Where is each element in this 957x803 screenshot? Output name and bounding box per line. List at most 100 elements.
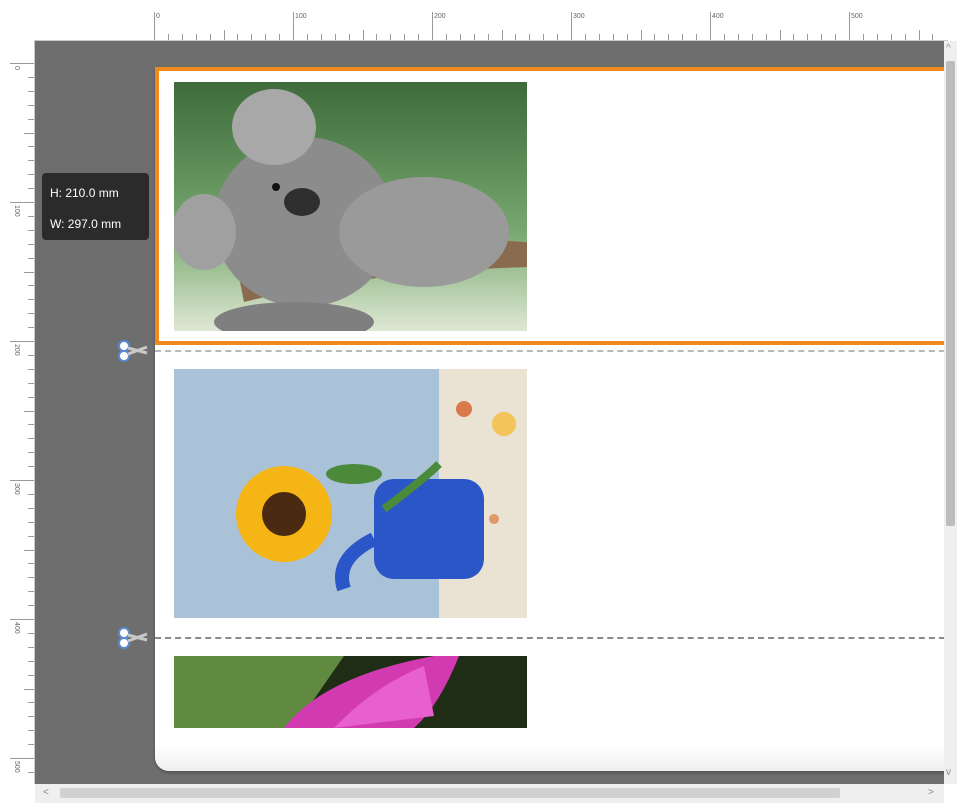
horizontal-scrollbar[interactable]: < >: [35, 784, 944, 803]
paper-end: [155, 745, 944, 771]
ruler-tick: [28, 577, 34, 579]
ruler-tick: [195, 34, 197, 40]
ruler-tick: [24, 271, 34, 273]
ruler-tick: [598, 34, 600, 40]
ruler-tick: [28, 466, 34, 468]
ruler-tick: [626, 34, 628, 40]
ruler-tick: [306, 34, 308, 40]
ruler-label: 0: [156, 13, 160, 20]
ruler-tick: [835, 34, 837, 40]
vertical-scroll-thumb[interactable]: [946, 61, 955, 526]
cut-line: [155, 350, 944, 352]
ruler-label: 200: [13, 344, 20, 356]
ruler-tick: [807, 34, 809, 40]
tooltip-width: W: 297.0 mm: [50, 217, 122, 231]
ruler-label: 0: [13, 66, 20, 70]
ruler-tick: [28, 188, 34, 190]
ruler-tick: [654, 34, 656, 40]
ruler-tick: [28, 396, 34, 398]
chevron-right-icon[interactable]: >: [928, 787, 934, 798]
ruler-label: 200: [434, 13, 446, 20]
ruler-tick: [487, 34, 489, 40]
ruler-tick: [265, 34, 267, 40]
ruler-tick: [390, 34, 392, 40]
ruler-tick: [28, 327, 34, 329]
ruler-tick: [376, 34, 378, 40]
horizontal-ruler: 0 100 200 300 400 500: [34, 10, 948, 41]
ruler-tick: [904, 34, 906, 40]
ruler-tick: [28, 563, 34, 565]
ruler-tick: [28, 146, 34, 148]
ruler-tick: [24, 410, 34, 412]
ruler-tick: [612, 34, 614, 40]
ruler-label: 100: [13, 205, 20, 217]
selected-page-frame[interactable]: [155, 67, 944, 345]
ruler-tick: [876, 34, 878, 40]
ruler-tick: [28, 535, 34, 537]
chevron-up-icon[interactable]: ^: [946, 43, 951, 54]
ruler-tick: [10, 619, 34, 620]
ruler-tick: [28, 368, 34, 370]
ruler-tick: [28, 771, 34, 773]
ruler-tick: [28, 452, 34, 454]
sunflower-photo[interactable]: [174, 369, 527, 618]
ruler-tick: [28, 716, 34, 718]
horizontal-scroll-thumb[interactable]: [60, 788, 840, 798]
ruler-tick: [28, 76, 34, 78]
canvas-workspace[interactable]: [35, 41, 944, 784]
ruler-tick: [28, 521, 34, 523]
ruler-tick: [821, 34, 823, 40]
ruler-tick: [24, 132, 34, 134]
cut-line: [155, 637, 944, 639]
chevron-left-icon[interactable]: <: [43, 787, 49, 798]
ruler-tick: [571, 12, 572, 40]
ruler-tick: [529, 34, 531, 40]
ruler-tick: [28, 243, 34, 245]
ruler-tick: [167, 34, 169, 40]
ruler-tick: [28, 118, 34, 120]
scissors-icon[interactable]: [117, 626, 149, 650]
ruler-tick: [501, 30, 503, 40]
ruler-tick: [209, 34, 211, 40]
ruler-tick: [28, 605, 34, 607]
ruler-label: 400: [13, 622, 20, 634]
vertical-scrollbar[interactable]: ^ v: [944, 41, 957, 784]
ruler-tick: [682, 34, 684, 40]
tooltip-height: H: 210.0 mm: [50, 186, 119, 200]
bougainvillea-photo[interactable]: [174, 656, 527, 728]
ruler-tick: [418, 34, 420, 40]
ruler-tick: [10, 63, 34, 64]
ruler-tick: [668, 34, 670, 40]
ruler-tick: [459, 34, 461, 40]
ruler-tick: [918, 30, 920, 40]
ruler-tick: [28, 660, 34, 662]
ruler-tick: [28, 382, 34, 384]
ruler-tick: [543, 34, 545, 40]
ruler-tick: [28, 591, 34, 593]
ruler-corner: [8, 10, 35, 41]
ruler-tick: [890, 34, 892, 40]
ruler-tick: [154, 12, 155, 40]
ruler-tick: [445, 34, 447, 40]
ruler-tick: [28, 744, 34, 746]
ruler-tick: [557, 34, 559, 40]
ruler-tick: [28, 313, 34, 315]
ruler-tick: [404, 34, 406, 40]
ruler-tick: [181, 34, 183, 40]
ruler-tick: [28, 174, 34, 176]
ruler-tick: [28, 215, 34, 217]
ruler-tick: [28, 702, 34, 704]
ruler-tick: [932, 34, 934, 40]
vertical-ruler: 0 100 200 300 400 500: [8, 40, 35, 784]
ruler-tick: [28, 674, 34, 676]
ruler-tick: [28, 493, 34, 495]
ruler-tick: [765, 34, 767, 40]
ruler-tick: [24, 549, 34, 551]
ruler-tick: [348, 34, 350, 40]
ruler-tick: [28, 104, 34, 106]
ruler-tick: [432, 12, 433, 40]
scissors-icon[interactable]: [117, 339, 149, 363]
ruler-tick: [279, 34, 281, 40]
chevron-down-icon[interactable]: v: [946, 767, 951, 778]
ruler-tick: [10, 480, 34, 481]
